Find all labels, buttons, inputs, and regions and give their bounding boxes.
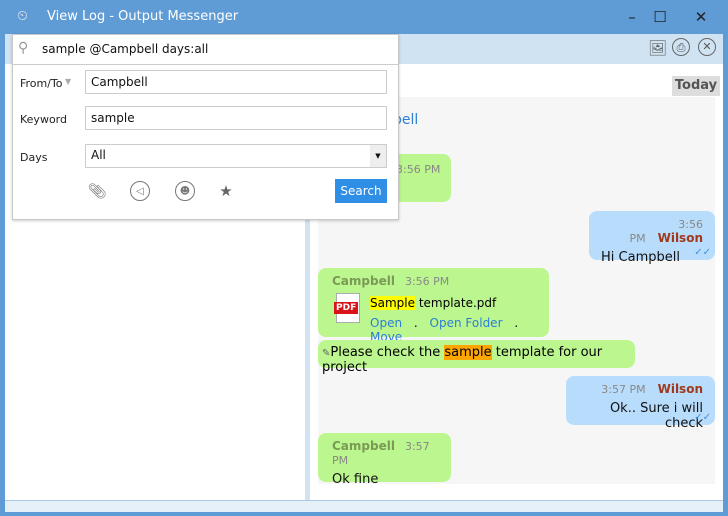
message-sender: Wilson xyxy=(657,231,703,245)
days-label: Days xyxy=(20,151,48,164)
message-sender: Wilson xyxy=(657,382,703,396)
highlight-match: Sample xyxy=(370,296,415,310)
message-text: Ok fine xyxy=(332,472,379,487)
paperclip-icon[interactable]: 📎︎ xyxy=(87,181,107,201)
separator: . xyxy=(413,316,418,330)
read-check-icon: ✓✓ xyxy=(694,247,711,258)
message-time: 3:56 PM xyxy=(396,163,441,176)
window-title: View Log - Output Messenger xyxy=(47,9,239,24)
message-bubble: Campbell 3:57 PM Ok fine xyxy=(318,433,451,487)
title-bar: ⏲ View Log - Output Messenger – ☐ ✕ xyxy=(0,0,728,34)
file-message-bubble: Campbell 3:56 PM PDF Sample template.pdf … xyxy=(318,268,549,344)
minimize-button[interactable]: – xyxy=(620,6,644,28)
close-button[interactable]: ✕ xyxy=(689,6,713,28)
from-to-dropdown-icon[interactable]: ▼ xyxy=(65,77,71,86)
message-text: Ok.. Sure i will check xyxy=(609,401,703,431)
date-label: Today xyxy=(672,76,720,96)
chevron-down-icon[interactable]: ▼ xyxy=(370,145,386,167)
days-select[interactable]: All ▼ xyxy=(85,144,387,168)
message-sender: Campbell xyxy=(332,274,395,288)
keyword-label: Keyword xyxy=(20,113,67,126)
status-strip xyxy=(5,500,723,512)
search-icon: ⚲ xyxy=(18,40,29,56)
days-selected-value: All xyxy=(91,148,106,162)
app-clock-icon: ⏲ xyxy=(17,8,28,24)
pdf-file-icon: PDF xyxy=(334,293,360,323)
group-icon[interactable]: ☻ xyxy=(175,181,195,201)
maximize-button[interactable]: ☐ xyxy=(648,6,672,28)
file-name: template.pdf xyxy=(415,296,497,310)
announcement-icon[interactable]: ◁ xyxy=(130,181,150,201)
message-time: 3:57 PM xyxy=(601,383,646,396)
open-link[interactable]: Open xyxy=(370,316,402,330)
star-icon[interactable]: ★ xyxy=(216,181,236,201)
message-bubble: ✎Please check the sample template for ou… xyxy=(318,340,635,375)
message-text: Hi Campbell xyxy=(601,250,680,265)
separator: . xyxy=(514,316,519,330)
message-text: Please check the xyxy=(330,345,445,360)
read-check-icon: ✓✓ xyxy=(694,412,711,423)
search-query[interactable]: sample @Campbell days:all xyxy=(42,42,208,56)
image-icon[interactable]: 🖼 xyxy=(648,39,667,57)
search-popup: ⚲ sample @Campbell days:all From/To ▼ Ke… xyxy=(12,34,399,220)
pdf-badge: PDF xyxy=(334,302,359,314)
from-to-label: From/To xyxy=(20,77,63,90)
keyword-input[interactable] xyxy=(85,106,387,130)
search-button[interactable]: Search xyxy=(335,179,387,203)
highlight-match: sample xyxy=(444,345,492,360)
print-icon[interactable]: ⎙ xyxy=(672,38,690,56)
message-bubble: 3:57 PM Wilson Ok.. Sure i will check ✓✓ xyxy=(566,376,715,431)
message-time: 3:56 PM xyxy=(404,275,450,288)
open-folder-link[interactable]: Open Folder xyxy=(430,316,503,330)
message-bubble: 3:56 PM Wilson Hi Campbell ✓✓ xyxy=(589,211,715,265)
close-circle-icon[interactable]: ✕ xyxy=(698,38,716,56)
search-bar[interactable]: ⚲ sample @Campbell days:all xyxy=(13,35,398,65)
message-sender: Campbell xyxy=(332,439,395,453)
from-to-input[interactable] xyxy=(85,70,387,94)
